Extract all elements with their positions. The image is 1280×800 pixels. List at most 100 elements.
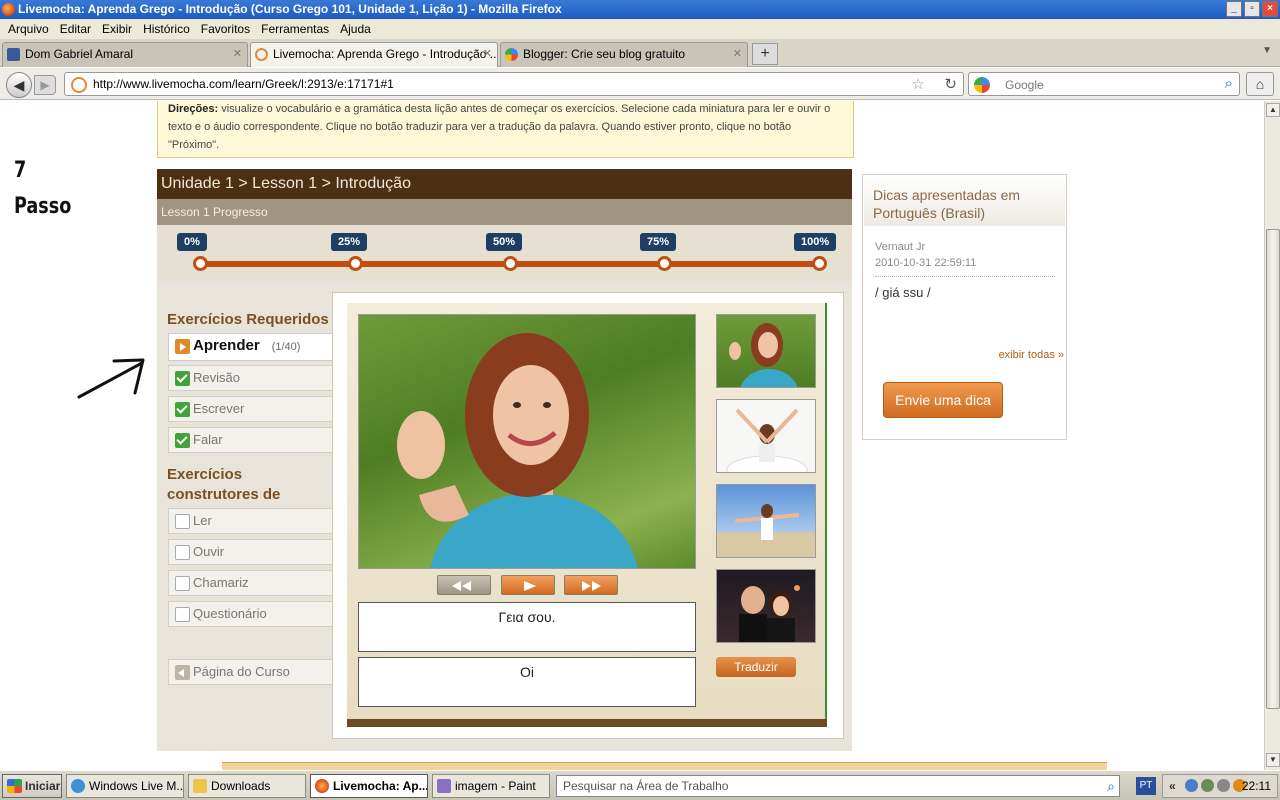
tray-expand-icon[interactable]: « bbox=[1169, 775, 1176, 797]
search-icon[interactable]: ⌕ bbox=[1225, 75, 1233, 92]
minimize-button[interactable]: _ bbox=[1226, 1, 1242, 17]
tab-facebook[interactable]: Dom Gabriel Amaral ✕ bbox=[2, 42, 248, 67]
taskbar-label: Windows Live M... bbox=[89, 779, 184, 793]
windows-logo-icon bbox=[7, 779, 22, 793]
exercise-label: Ler bbox=[193, 513, 212, 528]
forward-button[interactable]: ▶ bbox=[34, 75, 56, 95]
exercise-chamariz[interactable]: Chamariz bbox=[168, 570, 332, 596]
close-tab-icon[interactable]: ✕ bbox=[483, 43, 492, 66]
progress-dot bbox=[193, 256, 208, 271]
thumbnail-stretching[interactable] bbox=[716, 399, 816, 473]
search-icon[interactable]: ⌕ bbox=[1107, 776, 1115, 796]
site-identity-icon bbox=[71, 77, 87, 93]
update-icon[interactable] bbox=[1217, 779, 1230, 792]
google-search-engine-icon[interactable] bbox=[974, 77, 990, 93]
thumbnail-couple[interactable] bbox=[716, 569, 816, 643]
language-indicator[interactable]: PT bbox=[1136, 777, 1156, 795]
livemocha-icon bbox=[255, 48, 268, 61]
exercise-ler[interactable]: Ler bbox=[168, 508, 332, 534]
taskbar-windows-live[interactable]: Windows Live M... bbox=[66, 774, 184, 798]
reload-icon[interactable]: ↻ bbox=[944, 75, 957, 93]
address-bar[interactable]: http://www.livemocha.com/learn/Greek/l:2… bbox=[64, 72, 964, 96]
thumbnail-waving[interactable] bbox=[716, 314, 816, 388]
translate-button[interactable]: Traduzir bbox=[716, 657, 796, 677]
thumbnail-beach[interactable] bbox=[716, 484, 816, 558]
exercise-ouvir[interactable]: Ouvir bbox=[168, 539, 332, 565]
desktop-search-input[interactable]: Pesquisar na Área de Trabalho ⌕ bbox=[556, 775, 1120, 797]
forward-arrow-icon: ▶ bbox=[40, 78, 50, 92]
menu-ajuda[interactable]: Ajuda bbox=[340, 22, 371, 36]
exercise-falar[interactable]: Falar bbox=[168, 427, 332, 453]
menu-ferramentas[interactable]: Ferramentas bbox=[261, 22, 329, 36]
exercise-label: Falar bbox=[193, 432, 223, 447]
empty-checkbox-icon bbox=[175, 545, 190, 560]
menu-arquivo[interactable]: Arquivo bbox=[8, 22, 49, 36]
tray-icons bbox=[1185, 779, 1246, 792]
home-button[interactable]: ⌂ bbox=[1246, 72, 1274, 96]
clock: 22:11 bbox=[1241, 779, 1271, 793]
menu-favoritos[interactable]: Favoritos bbox=[201, 22, 250, 36]
search-placeholder: Google bbox=[1005, 78, 1044, 92]
next-button[interactable] bbox=[564, 575, 618, 595]
exercise-aprender[interactable]: Aprender (1/40) bbox=[168, 333, 332, 361]
menu-historico[interactable]: Histórico bbox=[143, 22, 190, 36]
footer-strip bbox=[222, 762, 1107, 770]
forward-icon bbox=[582, 581, 591, 591]
desktop-search-placeholder: Pesquisar na Área de Trabalho bbox=[563, 779, 729, 793]
home-icon: ⌂ bbox=[1255, 76, 1265, 92]
restore-button[interactable]: ▫ bbox=[1244, 1, 1260, 17]
greek-text-box: Γεια σου. bbox=[358, 602, 696, 652]
step-number: 7 bbox=[14, 158, 27, 183]
tab-blogger[interactable]: Blogger: Crie seu blog gratuito ✕ bbox=[500, 42, 748, 67]
play-button[interactable] bbox=[501, 575, 555, 595]
vertical-scrollbar[interactable]: ▲ ▼ bbox=[1264, 101, 1280, 770]
exercise-count: (1/40) bbox=[271, 341, 301, 353]
progress-mark: 0% bbox=[177, 233, 207, 251]
send-tip-button[interactable]: Envie uma dica bbox=[883, 382, 1003, 418]
close-tab-icon[interactable]: ✕ bbox=[733, 43, 742, 66]
course-page-link[interactable]: Página do Curso bbox=[168, 659, 332, 685]
taskbar-downloads[interactable]: Downloads bbox=[188, 774, 306, 798]
scroll-up-icon[interactable]: ▲ bbox=[1266, 103, 1280, 117]
tip-author[interactable]: Vernaut Jr bbox=[875, 241, 925, 253]
play-icon bbox=[524, 581, 536, 591]
show-all-tips-link[interactable]: exibir todas » bbox=[999, 349, 1064, 361]
close-tab-icon[interactable]: ✕ bbox=[233, 43, 242, 66]
exercise-escrever[interactable]: Escrever bbox=[168, 396, 332, 422]
step-word: Passo bbox=[14, 194, 72, 219]
url-text[interactable]: http://www.livemocha.com/learn/Greek/l:2… bbox=[93, 77, 394, 91]
progress-dot bbox=[503, 256, 518, 271]
network-icon[interactable] bbox=[1185, 779, 1198, 792]
scrollbar-thumb[interactable] bbox=[1266, 229, 1280, 709]
exercise-label: Escrever bbox=[193, 401, 245, 416]
photo-thumbnail bbox=[729, 323, 798, 387]
back-arrow-icon: ◀ bbox=[13, 77, 25, 93]
menu-editar[interactable]: Editar bbox=[60, 22, 91, 36]
system-tray: « 22:11 bbox=[1162, 774, 1278, 798]
checkmark-icon bbox=[175, 433, 190, 448]
new-tab-button[interactable]: + bbox=[752, 43, 778, 65]
close-window-button[interactable]: × bbox=[1262, 1, 1278, 17]
rewind-button[interactable] bbox=[437, 575, 491, 595]
taskbar-paint[interactable]: imagem - Paint bbox=[432, 774, 550, 798]
bookmark-star-icon[interactable]: ☆ bbox=[912, 75, 925, 93]
taskbar-label: imagem - Paint bbox=[455, 779, 536, 793]
progress-mark: 75% bbox=[640, 233, 677, 251]
tab-list-dropdown-icon[interactable]: ▼ bbox=[1262, 45, 1272, 56]
paint-icon bbox=[437, 779, 451, 793]
start-button[interactable]: Iniciar bbox=[2, 774, 62, 798]
scroll-down-icon[interactable]: ▼ bbox=[1266, 753, 1280, 767]
taskbar-livemocha[interactable]: Livemocha: Ap... bbox=[310, 774, 428, 798]
back-button[interactable]: ◀ bbox=[6, 72, 32, 98]
forward-icon-part bbox=[592, 581, 601, 591]
tab-bar: Dom Gabriel Amaral ✕ Livemocha: Aprenda … bbox=[0, 39, 1280, 67]
lesson-progress-bar: 0% 25% 50% 75% 100% bbox=[157, 225, 852, 281]
directions-label: Direções: bbox=[168, 103, 219, 115]
volume-icon[interactable] bbox=[1201, 779, 1214, 792]
tab-livemocha[interactable]: Livemocha: Aprenda Grego - Introdução ..… bbox=[250, 42, 498, 67]
search-bar[interactable]: Google ⌕ bbox=[968, 72, 1240, 96]
exercise-questionario[interactable]: Questionário bbox=[168, 601, 332, 627]
exercise-revisao[interactable]: Revisão bbox=[168, 365, 332, 391]
progress-title: Lesson 1 Progresso bbox=[157, 199, 852, 225]
menu-exibir[interactable]: Exibir bbox=[102, 22, 132, 36]
